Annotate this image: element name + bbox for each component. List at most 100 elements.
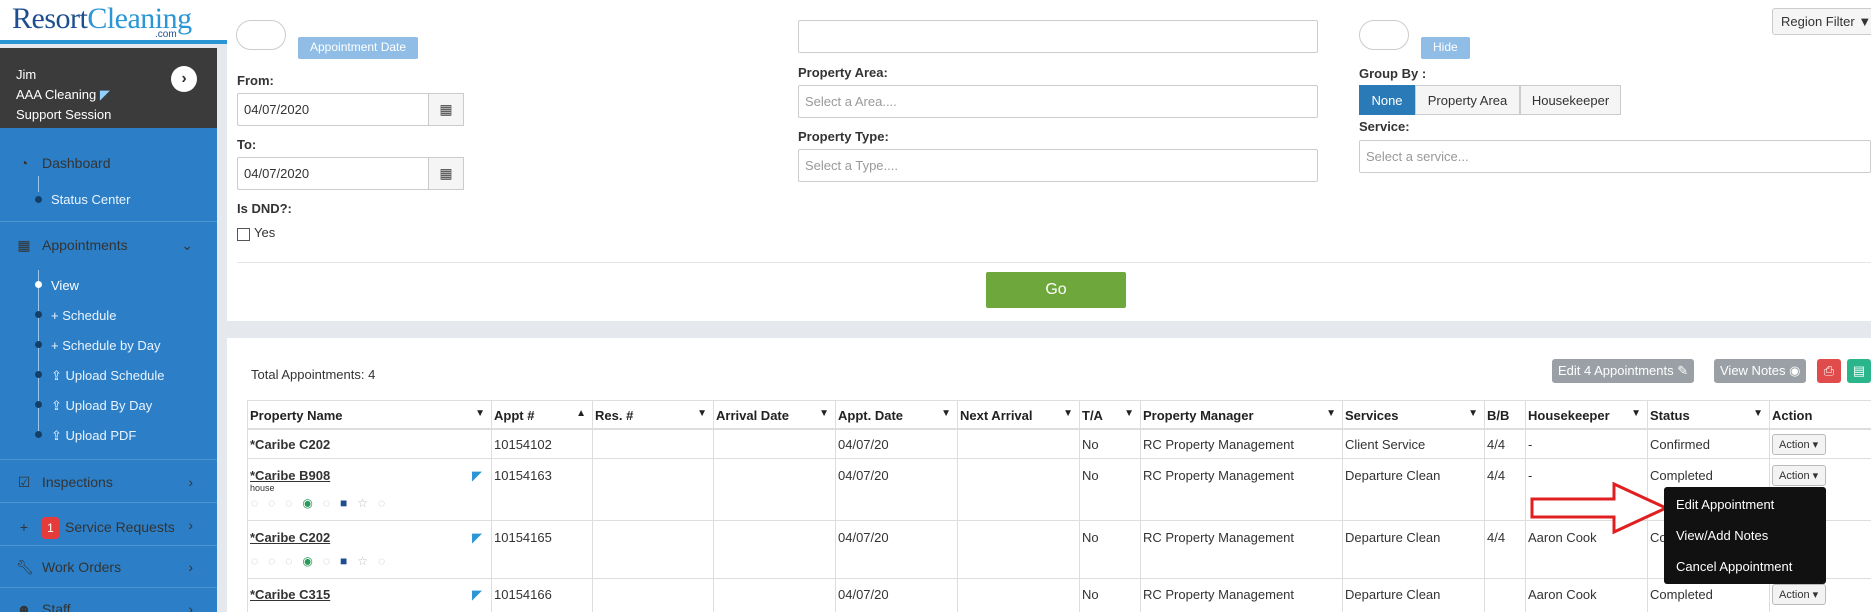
action-dropdown-menu: Edit Appointment View/Add Notes Cancel A… [1664, 487, 1826, 584]
sidebar-item-status-center[interactable]: Status Center [51, 192, 131, 207]
property-name[interactable]: *Caribe C202 [250, 437, 330, 452]
to-label: To: [237, 137, 257, 152]
sidebar-item-inspections[interactable]: ☑ Inspections › [0, 464, 217, 502]
sidebar-item-work-orders[interactable]: 🔧︎ Work Orders › [0, 549, 217, 587]
menu-cancel-appointment[interactable]: Cancel Appointment [1676, 559, 1792, 574]
property-area-select[interactable]: Select a Area.... [798, 85, 1318, 118]
property-name[interactable]: *Caribe C315 [250, 587, 330, 602]
appt-date: 04/07/20 [838, 468, 889, 483]
plus-icon: + [51, 308, 63, 323]
housekeeper: - [1528, 437, 1533, 452]
export-icon[interactable]: ▤ [1847, 359, 1871, 383]
upload-icon: ⇪ [51, 398, 66, 413]
col-status[interactable]: Status ▼ [1647, 400, 1769, 430]
logo-sub: .com [155, 29, 177, 40]
sidebar-item-view[interactable]: View [51, 278, 79, 293]
property-manager: RC Property Management [1143, 530, 1295, 545]
housekeeper: Aaron Cook [1528, 587, 1597, 602]
sidebar-item-staff[interactable]: ☻ Staff › [0, 591, 217, 612]
appointment-date-button[interactable]: Appointment Date [298, 37, 419, 59]
sidebar-item-schedule[interactable]: + Schedule [51, 308, 116, 323]
col-res[interactable]: Res. # ▼ [592, 400, 713, 430]
user-box: Jim AAA Cleaning ◤ Support Session › [0, 48, 217, 128]
group-by-housekeeper[interactable]: Housekeeper [1520, 85, 1621, 115]
dnd-yes-label: Yes [254, 225, 276, 240]
sidebar-item-upload-by-day[interactable]: ⇪ Upload By Day [51, 398, 152, 414]
col-property-manager[interactable]: Property Manager ▼ [1140, 400, 1342, 430]
col-appt[interactable]: Appt # ▲ [491, 400, 592, 430]
property-type-select[interactable]: Select a Type.... [798, 149, 1318, 182]
top-hidden-field[interactable] [798, 20, 1318, 53]
appointment-date-toggle[interactable] [236, 20, 286, 50]
property-manager: RC Property Management [1143, 437, 1295, 452]
appt-number: 10154165 [494, 530, 552, 545]
sort-icon: ▼ [1124, 408, 1134, 419]
from-date-input[interactable]: 04/07/2020 [237, 93, 429, 126]
edit-appointments-button[interactable]: Edit 4 Appointments ✎ [1552, 359, 1695, 383]
group-by-label: Group By : [1359, 66, 1427, 81]
sort-icon: ▼ [1631, 408, 1641, 419]
calendar-grid-icon[interactable]: ▦ [428, 157, 464, 190]
view-notes-button[interactable]: View Notes ◉ [1714, 359, 1807, 383]
sidebar-item-dashboard[interactable]: ◔ Dashboard [0, 145, 217, 183]
flag-icon: ◤ [99, 87, 110, 102]
to-date-input[interactable]: 04/07/2020 [237, 157, 429, 190]
appt-date: 04/07/20 [838, 587, 889, 602]
sidebar-toggle-button[interactable]: › [171, 66, 197, 92]
appt-date: 04/07/20 [838, 530, 889, 545]
flag-icon: ◤ [472, 587, 482, 602]
filter-icon: ▼ [1858, 14, 1871, 29]
sidebar-item-upload-schedule[interactable]: ⇪ Upload Schedule [51, 368, 165, 384]
col-appt-date[interactable]: Appt. Date ▼ [835, 400, 957, 430]
sort-icon: ▼ [819, 408, 829, 419]
col-housekeeper[interactable]: Housekeeper ▼ [1525, 400, 1647, 430]
chevron-right-icon: › [188, 517, 193, 533]
sort-icon: ▼ [1063, 408, 1073, 419]
hide-toggle[interactable] [1359, 20, 1409, 50]
print-icon[interactable]: ⎙ [1817, 359, 1841, 383]
bb-value: 4/4 [1487, 530, 1506, 545]
col-bb[interactable]: B/B [1484, 400, 1525, 430]
col-services[interactable]: Services ▼ [1342, 400, 1484, 430]
wrench-icon: 🔧︎ [16, 559, 34, 575]
appt-number: 10154163 [494, 468, 552, 483]
sidebar-item-schedule-by-day[interactable]: + Schedule by Day [51, 338, 161, 353]
sort-icon: ▼ [1468, 408, 1478, 419]
sidebar-item-upload-pdf[interactable]: ⇪ Upload PDF [51, 428, 136, 444]
clipboard-check-icon: ☑ [17, 474, 31, 490]
service-icons: ◌◌◌◉◌■☆◌ [251, 496, 396, 510]
action-button[interactable]: Action ▾ [1772, 584, 1826, 605]
service: Departure Clean [1345, 587, 1441, 602]
users-icon: ☻ [16, 601, 32, 612]
menu-edit-appointment[interactable]: Edit Appointment [1676, 497, 1774, 512]
plus-icon: + [19, 519, 29, 535]
service-select[interactable]: Select a service... [1359, 140, 1871, 173]
group-by-property-area[interactable]: Property Area [1415, 85, 1520, 115]
appt-date: 04/07/20 [838, 437, 889, 452]
go-button[interactable]: Go [986, 272, 1126, 308]
service-label: Service: [1359, 119, 1410, 134]
sidebar-item-appointments[interactable]: ▦ Appointments ⌄ [0, 227, 217, 265]
from-label: From: [237, 73, 274, 88]
action-button[interactable]: Action ▾ [1772, 465, 1826, 486]
hide-button[interactable]: Hide [1421, 37, 1470, 59]
property-name[interactable]: *Caribe C202 [250, 530, 330, 545]
calendar-grid-icon[interactable]: ▦ [428, 93, 464, 126]
property-name[interactable]: *Caribe B908 [250, 468, 330, 483]
dashboard-icon: ◔ [19, 155, 29, 171]
sidebar-item-service-requests[interactable]: +1 Service Requests › [0, 507, 217, 545]
dnd-label: Is DND?: [237, 201, 292, 216]
col-next-arrival[interactable]: Next Arrival ▼ [957, 400, 1079, 430]
group-by-none[interactable]: None [1359, 85, 1415, 115]
dnd-checkbox[interactable] [237, 228, 250, 241]
plus-icon: + [51, 338, 63, 353]
col-ta[interactable]: T/A ▼ [1079, 400, 1140, 430]
col-arrival-date[interactable]: Arrival Date ▼ [713, 400, 835, 430]
service: Departure Clean [1345, 530, 1441, 545]
col-property-name[interactable]: Property Name ▼ [247, 400, 491, 430]
action-button[interactable]: Action ▾ [1772, 434, 1826, 455]
region-filter-button[interactable]: Region Filter ▼ [1772, 8, 1871, 35]
menu-view-add-notes[interactable]: View/Add Notes [1676, 528, 1768, 543]
upload-icon: ⇪ [51, 368, 66, 383]
ta-value: No [1082, 468, 1099, 483]
